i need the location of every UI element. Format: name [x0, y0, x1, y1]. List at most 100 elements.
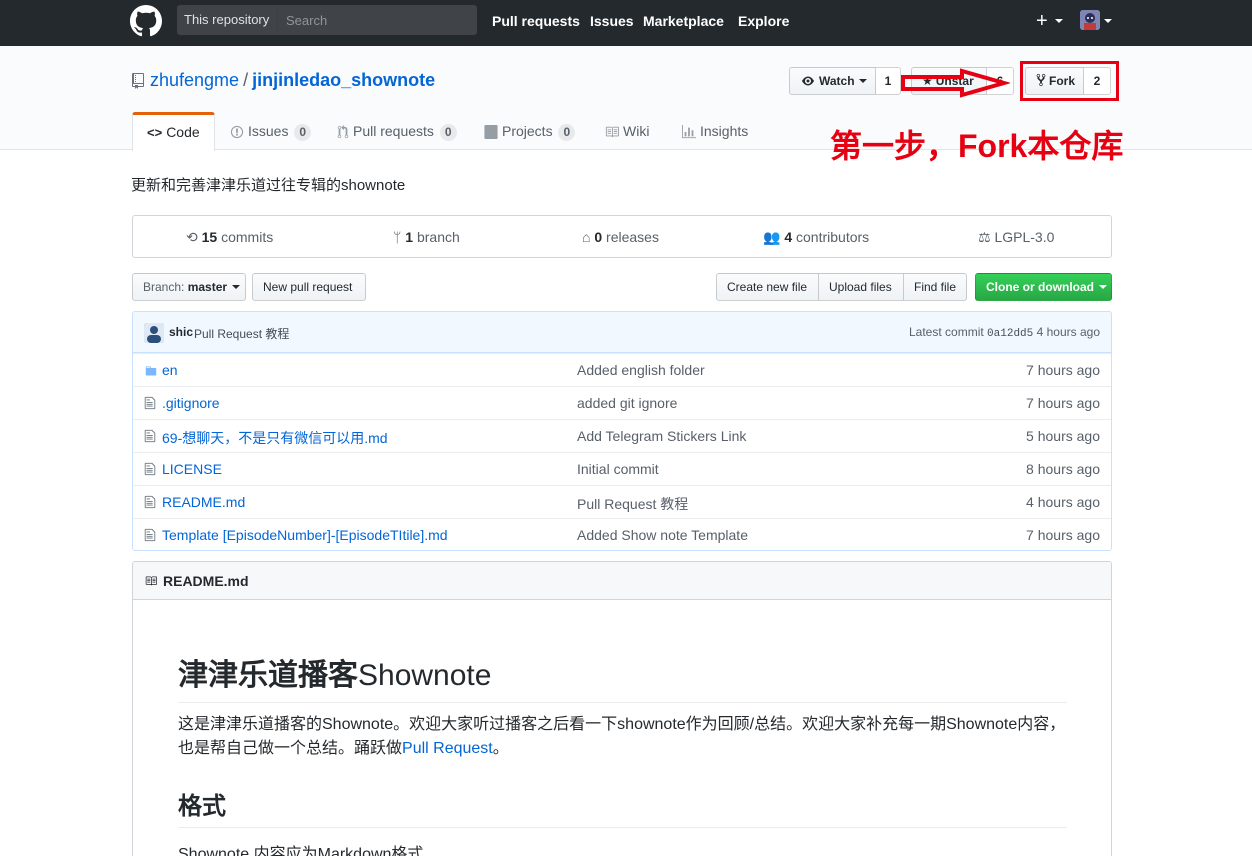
tab-pull-requests-count: 0: [439, 124, 457, 141]
table-row: README.md Pull Request 教程 4 hours ago: [133, 485, 1111, 518]
code-icon: <>: [147, 125, 163, 141]
table-row: en Added english folder 7 hours ago: [133, 353, 1111, 386]
file-name-link[interactable]: .gitignore: [162, 395, 220, 411]
nav-pull-requests[interactable]: Pull requests: [492, 13, 580, 29]
license-summary[interactable]: ⚖ LGPL-3.0: [978, 229, 1054, 246]
file-name-link[interactable]: 69-想聊天，不是只有微信可以用.md: [162, 428, 388, 448]
tab-code-label: Code: [166, 124, 200, 140]
tab-insights-label: Insights: [700, 123, 749, 139]
file-name-link[interactable]: README.md: [162, 494, 245, 510]
file-name-link[interactable]: Template [EpisodeNumber]-[EpisodeTItile]…: [162, 527, 448, 543]
file-icon: [144, 495, 156, 512]
readme-heading-en: Shownote: [358, 659, 492, 692]
global-header: This repository Pull requests Issues Mar…: [0, 0, 1252, 46]
person-avatar-icon: [144, 323, 164, 343]
readme-panel: README.md 津津乐道播客Shownote 这是津津乐道播客的Showno…: [132, 561, 1112, 856]
tab-projects-label: Projects: [502, 123, 553, 139]
file-commit-message-link[interactable]: added git ignore: [577, 395, 677, 411]
nav-marketplace[interactable]: Marketplace: [643, 13, 724, 29]
create-new-file-button[interactable]: Create new file: [716, 273, 819, 301]
branch-select-button[interactable]: Branch: master: [132, 273, 246, 301]
watch-label: Watch: [819, 74, 855, 88]
tab-issues-count: 0: [294, 124, 312, 141]
watch-count[interactable]: 1: [876, 67, 901, 95]
license-label: LGPL-3.0: [994, 229, 1055, 245]
file-commit-message-link[interactable]: Added english folder: [577, 362, 705, 378]
find-file-button[interactable]: Find file: [903, 273, 967, 301]
chevron-down-icon[interactable]: [1104, 19, 1112, 23]
nav-explore[interactable]: Explore: [738, 13, 789, 29]
clone-label: Clone or download: [986, 280, 1094, 294]
file-name-link[interactable]: en: [162, 362, 178, 378]
branch-summary[interactable]: ᛘ 1 branch: [393, 229, 460, 245]
readme-paragraph: 这是津津乐道播客的Shownote。欢迎大家听过播客之后看一下shownote作…: [178, 713, 1067, 761]
nav-issues[interactable]: Issues: [590, 13, 634, 29]
new-pull-request-button[interactable]: New pull request: [252, 273, 366, 301]
contributors-count: 4: [784, 229, 793, 245]
github-logo-icon[interactable]: [130, 5, 162, 37]
clone-or-download-button[interactable]: Clone or download: [975, 273, 1112, 301]
table-row: 69-想聊天，不是只有微信可以用.md Add Telegram Stickers…: [133, 419, 1111, 452]
annotation-text: 第一步，Fork本仓库: [830, 128, 1124, 164]
releases-count: 0: [594, 229, 603, 245]
tab-pull-requests[interactable]: Pull requests 0: [337, 112, 457, 150]
watch-group: Watch 1: [789, 67, 901, 95]
table-row: LICENSE Initial commit 8 hours ago: [133, 452, 1111, 485]
search-input[interactable]: [279, 5, 477, 35]
file-icon: [144, 429, 156, 446]
releases-summary[interactable]: ⌂ 0 releases: [582, 229, 659, 245]
contributors-summary[interactable]: 👥 4 contributors: [763, 229, 869, 246]
commit-message-link[interactable]: Pull Request 教程: [194, 325, 289, 342]
branch-name-label: master: [187, 280, 228, 294]
commit-age: 4 hours ago: [1036, 325, 1100, 339]
file-age: 7 hours ago: [1026, 395, 1100, 411]
file-commit-message-link[interactable]: Added Show note Template: [577, 527, 748, 543]
user-avatar[interactable]: [1080, 10, 1100, 30]
chevron-down-icon[interactable]: [1055, 19, 1063, 23]
watch-button[interactable]: Watch: [789, 67, 876, 95]
tab-issues[interactable]: Issues 0: [230, 112, 312, 150]
tab-wiki[interactable]: Wiki: [605, 112, 649, 150]
latest-commit-label: Latest commit: [909, 325, 984, 339]
commit-author-avatar[interactable]: [144, 323, 164, 343]
contributors-label: contributors: [796, 229, 870, 245]
project-icon: [484, 125, 498, 140]
branch-prefix-label: Branch:: [143, 280, 185, 294]
commit-sha-link[interactable]: 0a12dd5: [987, 328, 1033, 340]
repo-title: zhufengme / jinjinledao_shownote: [150, 70, 435, 91]
tab-code[interactable]: <> Code: [132, 112, 215, 151]
create-new-plus-icon[interactable]: +: [1036, 10, 1048, 32]
upload-files-button[interactable]: Upload files: [818, 273, 904, 301]
file-commit-message-link[interactable]: Pull Request 教程: [577, 494, 688, 514]
file-commit-message-link[interactable]: Initial commit: [577, 461, 659, 477]
repo-owner-link[interactable]: zhufengme: [150, 70, 239, 90]
readme-paragraph-end: 。: [492, 740, 509, 757]
readme-header: README.md: [133, 562, 1111, 600]
book-icon: [605, 127, 619, 138]
tab-issues-label: Issues: [248, 123, 289, 139]
file-commit-message-link[interactable]: Add Telegram Stickers Link: [577, 428, 746, 444]
commits-summary[interactable]: ⟲ 15 commits: [186, 229, 273, 246]
annotation-highlight-box: [1020, 61, 1119, 101]
file-age: 7 hours ago: [1026, 362, 1100, 378]
file-icon: [144, 528, 156, 545]
latest-commit-bar: shic Pull Request 教程 Latest commit 0a12d…: [133, 312, 1111, 353]
search-scope-label: This repository: [177, 5, 278, 35]
search-box: This repository: [177, 5, 477, 35]
readme-paragraph-text: 这是津津乐道播客的Shownote。欢迎大家听过播客之后看一下shownote作…: [178, 716, 1066, 757]
history-icon: ⟲: [186, 229, 198, 245]
tab-insights[interactable]: Insights: [682, 112, 748, 150]
file-name-link[interactable]: LICENSE: [162, 461, 222, 477]
tab-projects[interactable]: Projects 0: [484, 112, 576, 150]
commit-author-link[interactable]: shic: [169, 325, 193, 339]
pull-request-link[interactable]: Pull Request: [402, 740, 493, 757]
repo-name-link[interactable]: jinjinledao_shownote: [252, 70, 435, 90]
file-age: 7 hours ago: [1026, 527, 1100, 543]
readme-heading: 津津乐道播客Shownote: [178, 650, 1067, 703]
numbers-summary: ⟲ 15 commits ᛘ 1 branch ⌂ 0 releases 👥 4…: [132, 215, 1112, 258]
book-icon: [145, 576, 157, 586]
graph-icon: [682, 125, 696, 139]
people-icon: 👥: [763, 229, 781, 245]
file-age: 4 hours ago: [1026, 494, 1100, 510]
releases-label: releases: [606, 229, 659, 245]
